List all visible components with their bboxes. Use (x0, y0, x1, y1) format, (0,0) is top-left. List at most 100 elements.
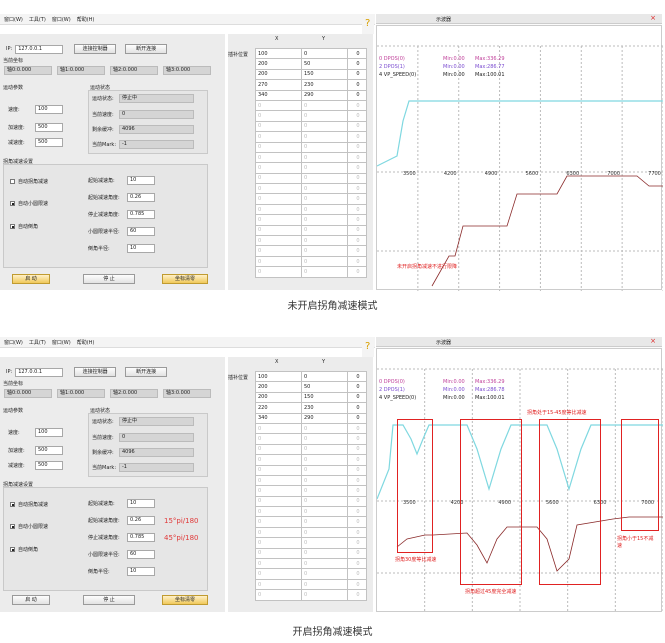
table-cell[interactable]: 0 (301, 120, 348, 133)
table-cell[interactable]: 0 (301, 183, 348, 195)
table-cell[interactable]: 0 (347, 370, 367, 383)
table-cell[interactable]: 0 (347, 255, 367, 268)
opt2-checkbox[interactable] (10, 201, 15, 206)
table-cell[interactable]: 0 (301, 245, 348, 257)
disconnect-button[interactable]: 断开连接 (125, 44, 168, 54)
table-cell[interactable]: 0 (347, 203, 367, 216)
ip-input[interactable]: 127.0.0.1 (15, 44, 64, 54)
table-cell[interactable]: 200 (255, 391, 302, 404)
table-cell[interactable]: 0 (347, 578, 367, 591)
table-cell[interactable]: 0 (255, 495, 302, 508)
table-cell[interactable]: 0 (255, 141, 302, 153)
table-cell[interactable]: 0 (301, 193, 348, 205)
table-cell[interactable]: 0 (255, 214, 302, 226)
table-cell[interactable]: 0 (301, 464, 348, 476)
table-cell[interactable]: 0 (301, 151, 348, 164)
p2-input[interactable]: 0.26 (127, 516, 155, 525)
table-cell[interactable]: 340 (255, 412, 302, 424)
table-cell[interactable]: 0 (347, 120, 367, 133)
opt1-checkbox[interactable] (10, 179, 15, 184)
accel-input[interactable]: 500 (35, 446, 63, 455)
menu-item-tools[interactable]: 工具(T) (29, 16, 46, 23)
table-cell[interactable]: 0 (347, 485, 367, 497)
table-cell[interactable]: 0 (255, 131, 302, 143)
table-cell[interactable]: 0 (255, 547, 302, 560)
table-cell[interactable]: 0 (347, 558, 367, 570)
opt2-checkbox[interactable] (10, 524, 15, 529)
table-cell[interactable]: 0 (301, 99, 348, 112)
table-cell[interactable]: 0 (301, 203, 348, 216)
stop-button[interactable]: 停 止 (83, 274, 135, 284)
table-cell[interactable]: 0 (301, 370, 348, 383)
table-cell[interactable]: 0 (347, 79, 367, 91)
menu-item-window2[interactable]: 窗口(W) (52, 16, 71, 23)
opt1-checkbox[interactable] (10, 502, 15, 507)
table-cell[interactable]: 0 (347, 193, 367, 205)
table-cell[interactable]: 0 (347, 443, 367, 456)
table-cell[interactable]: 0 (255, 224, 302, 237)
table-cell[interactable]: 0 (301, 485, 348, 497)
table-cell[interactable]: 50 (301, 381, 348, 393)
table-cell[interactable]: 0 (255, 506, 302, 518)
table-cell[interactable]: 0 (347, 537, 367, 549)
table-cell[interactable]: 0 (347, 131, 367, 143)
table-cell[interactable]: 0 (347, 47, 367, 60)
table-cell[interactable]: 100 (255, 47, 302, 60)
table-cell[interactable]: 0 (255, 99, 302, 112)
table-cell[interactable]: 220 (255, 402, 302, 414)
table-cell[interactable]: 0 (255, 454, 302, 466)
table-cell[interactable]: 0 (255, 235, 302, 247)
table-cell[interactable]: 0 (255, 526, 302, 539)
table-cell[interactable]: 0 (255, 183, 302, 195)
table-cell[interactable]: 0 (301, 141, 348, 153)
table-cell[interactable]: 0 (347, 495, 367, 508)
table-cell[interactable]: 0 (301, 162, 348, 174)
table-cell[interactable]: 0 (301, 131, 348, 143)
table-cell[interactable]: 0 (347, 381, 367, 393)
accel-input[interactable]: 500 (35, 123, 63, 132)
table-cell[interactable]: 0 (255, 433, 302, 445)
table-cell[interactable]: 0 (255, 422, 302, 435)
table-cell[interactable]: 0 (301, 454, 348, 466)
p5-input[interactable]: 10 (127, 244, 155, 253)
table-cell[interactable]: 0 (347, 506, 367, 518)
p3-input[interactable]: 0.785 (127, 533, 155, 542)
decel-input[interactable]: 500 (35, 138, 63, 147)
table-cell[interactable]: 0 (255, 172, 302, 185)
table-cell[interactable]: 0 (301, 224, 348, 237)
table-cell[interactable]: 0 (255, 162, 302, 174)
table-cell[interactable]: 200 (255, 58, 302, 70)
table-cell[interactable]: 0 (347, 224, 367, 237)
table-cell[interactable]: 0 (255, 589, 302, 601)
start-button[interactable]: 启 动 (12, 595, 50, 605)
menu-item-help[interactable]: 帮助(H) (77, 339, 95, 346)
p1-input[interactable]: 10 (127, 176, 155, 185)
table-cell[interactable]: 0 (347, 172, 367, 185)
table-cell[interactable]: 50 (301, 58, 348, 70)
table-cell[interactable]: 0 (347, 474, 367, 487)
menu-item-tools[interactable]: 工具(T) (29, 339, 46, 346)
table-cell[interactable]: 0 (301, 255, 348, 268)
table-cell[interactable]: 290 (301, 412, 348, 424)
disconnect-button[interactable]: 断开连接 (125, 367, 168, 377)
table-cell[interactable]: 200 (255, 68, 302, 81)
p1-input[interactable]: 10 (127, 499, 155, 508)
table-cell[interactable]: 0 (301, 443, 348, 456)
table-cell[interactable]: 0 (301, 568, 348, 580)
table-cell[interactable]: 200 (255, 381, 302, 393)
table-cell[interactable]: 0 (301, 110, 348, 122)
p4-input[interactable]: 60 (127, 227, 155, 236)
p3-input[interactable]: 0.785 (127, 210, 155, 219)
table-cell[interactable]: 0 (301, 172, 348, 185)
table-cell[interactable]: 0 (301, 474, 348, 487)
table-cell[interactable]: 0 (255, 120, 302, 133)
table-cell[interactable]: 0 (255, 255, 302, 268)
table-cell[interactable]: 0 (347, 235, 367, 247)
table-cell[interactable]: 0 (301, 433, 348, 445)
table-cell[interactable]: 0 (347, 141, 367, 153)
speed-input[interactable]: 100 (35, 105, 63, 114)
table-cell[interactable]: 270 (255, 79, 302, 91)
table-cell[interactable]: 0 (301, 526, 348, 539)
table-cell[interactable]: 0 (347, 433, 367, 445)
table-cell[interactable]: 0 (301, 516, 348, 528)
